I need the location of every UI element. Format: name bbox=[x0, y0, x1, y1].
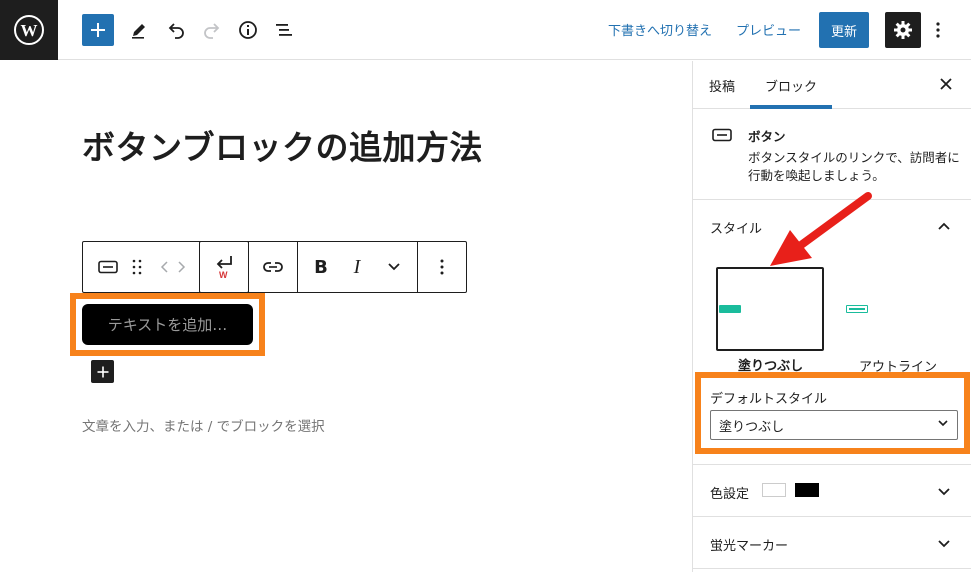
more-vertical-icon bbox=[440, 259, 444, 275]
tools-button[interactable] bbox=[123, 14, 155, 46]
bold-button[interactable]: B bbox=[305, 242, 337, 292]
more-formats-button[interactable] bbox=[379, 242, 409, 292]
toolbar-divider bbox=[417, 242, 418, 292]
pencil-icon bbox=[132, 24, 145, 39]
settings-sidebar: 投稿 ブロック ボタン ボタンスタイルのリンクで、訪問者に行動を喚起しましょう。… bbox=[692, 61, 971, 572]
button-block[interactable]: テキストを追加… bbox=[82, 304, 253, 345]
switch-to-draft-button[interactable]: 下書きへ切り替え bbox=[608, 20, 712, 39]
color-settings-panel-header[interactable]: 色設定 bbox=[693, 464, 971, 516]
inline-add-block-button[interactable] bbox=[91, 360, 114, 383]
info-icon bbox=[239, 21, 257, 39]
enter-link-icon: W bbox=[216, 256, 232, 280]
close-icon bbox=[940, 78, 952, 90]
details-button[interactable] bbox=[232, 14, 264, 46]
settings-button[interactable] bbox=[885, 12, 921, 48]
panel-divider bbox=[693, 568, 971, 569]
add-block-button[interactable] bbox=[82, 14, 114, 46]
tab-post[interactable]: 投稿 bbox=[709, 76, 735, 95]
text-color-swatch bbox=[762, 483, 786, 497]
chevron-down-icon bbox=[936, 484, 952, 500]
update-button[interactable]: 更新 bbox=[819, 12, 869, 48]
drag-handle[interactable] bbox=[125, 242, 149, 292]
editor-canvas: ボタンブロックの追加方法 W B I テキストを追加… 文章を入力、または / … bbox=[0, 61, 692, 572]
link-icon bbox=[263, 262, 283, 272]
plus-icon bbox=[91, 23, 105, 37]
plus-icon bbox=[97, 366, 108, 377]
svg-text:W: W bbox=[21, 21, 38, 40]
block-type-button[interactable] bbox=[93, 242, 123, 292]
style-option-fill[interactable] bbox=[716, 267, 824, 351]
toolbar-divider bbox=[297, 242, 298, 292]
redo-icon bbox=[204, 23, 220, 39]
line-break-button[interactable]: W bbox=[199, 242, 249, 292]
more-vertical-icon bbox=[936, 22, 940, 38]
block-card-title: ボタン bbox=[748, 129, 786, 144]
options-button[interactable] bbox=[928, 14, 948, 46]
drag-handle-icon bbox=[132, 259, 142, 275]
list-view-button[interactable] bbox=[268, 14, 300, 46]
undo-icon bbox=[168, 23, 184, 39]
style-preview-button bbox=[719, 305, 741, 313]
button-block-icon bbox=[712, 128, 732, 142]
color-settings-label: 色設定 bbox=[710, 487, 750, 502]
default-style-select[interactable]: 塗りつぶし bbox=[710, 410, 958, 440]
background-color-swatch bbox=[795, 483, 819, 497]
style-option-outline[interactable] bbox=[833, 267, 941, 351]
gear-icon bbox=[894, 21, 912, 39]
tab-block[interactable]: ブロック bbox=[765, 76, 817, 95]
highlighter-label: 蛍光マーカー bbox=[710, 539, 789, 554]
styles-panel-label: スタイル bbox=[710, 222, 763, 237]
block-card-description: ボタンスタイルのリンクで、訪問者に行動を喚起しましょう。 bbox=[748, 150, 960, 183]
styles-panel-header[interactable]: スタイル bbox=[693, 200, 971, 252]
chevron-up-icon bbox=[936, 218, 952, 234]
block-toolbar: W B I bbox=[82, 241, 467, 293]
undo-button[interactable] bbox=[160, 14, 192, 46]
default-style-value: 塗りつぶし bbox=[719, 419, 785, 435]
chevron-down-icon bbox=[388, 263, 400, 271]
preview-button[interactable]: プレビュー bbox=[736, 20, 801, 39]
highlighter-panel-header[interactable]: 蛍光マーカー bbox=[693, 516, 971, 568]
paragraph-placeholder[interactable]: 文章を入力、または / でブロックを選択 bbox=[82, 415, 325, 435]
block-card: ボタン ボタンスタイルのリンクで、訪問者に行動を喚起しましょう。 bbox=[693, 109, 971, 200]
list-view-icon bbox=[276, 24, 292, 36]
button-block-icon bbox=[98, 260, 118, 274]
close-sidebar-button[interactable] bbox=[937, 75, 955, 93]
post-title[interactable]: ボタンブロックの追加方法 bbox=[82, 121, 483, 169]
sidebar-tabs: 投稿 ブロック bbox=[693, 61, 971, 109]
top-toolbar: W 下書きへ切り替え プレビュー 更新 bbox=[0, 0, 971, 60]
wordpress-logo-icon[interactable]: W bbox=[0, 0, 58, 60]
toolbar-divider bbox=[248, 242, 249, 292]
move-buttons[interactable] bbox=[155, 242, 191, 292]
style-preview-button bbox=[846, 305, 868, 313]
italic-button[interactable]: I bbox=[341, 242, 373, 292]
chevron-down-icon bbox=[938, 420, 948, 427]
move-arrows-icon bbox=[160, 261, 186, 273]
block-options-button[interactable] bbox=[423, 242, 461, 292]
redo-button[interactable] bbox=[196, 14, 228, 46]
link-button[interactable] bbox=[253, 242, 293, 292]
editor-screen: W 下書きへ切り替え プレビュー 更新 ボタンブロックの追加方法 W B I テ… bbox=[0, 0, 971, 572]
default-style-label: デフォルトスタイル bbox=[710, 392, 828, 407]
svg-text:W: W bbox=[219, 270, 228, 280]
chevron-down-icon bbox=[936, 536, 952, 552]
